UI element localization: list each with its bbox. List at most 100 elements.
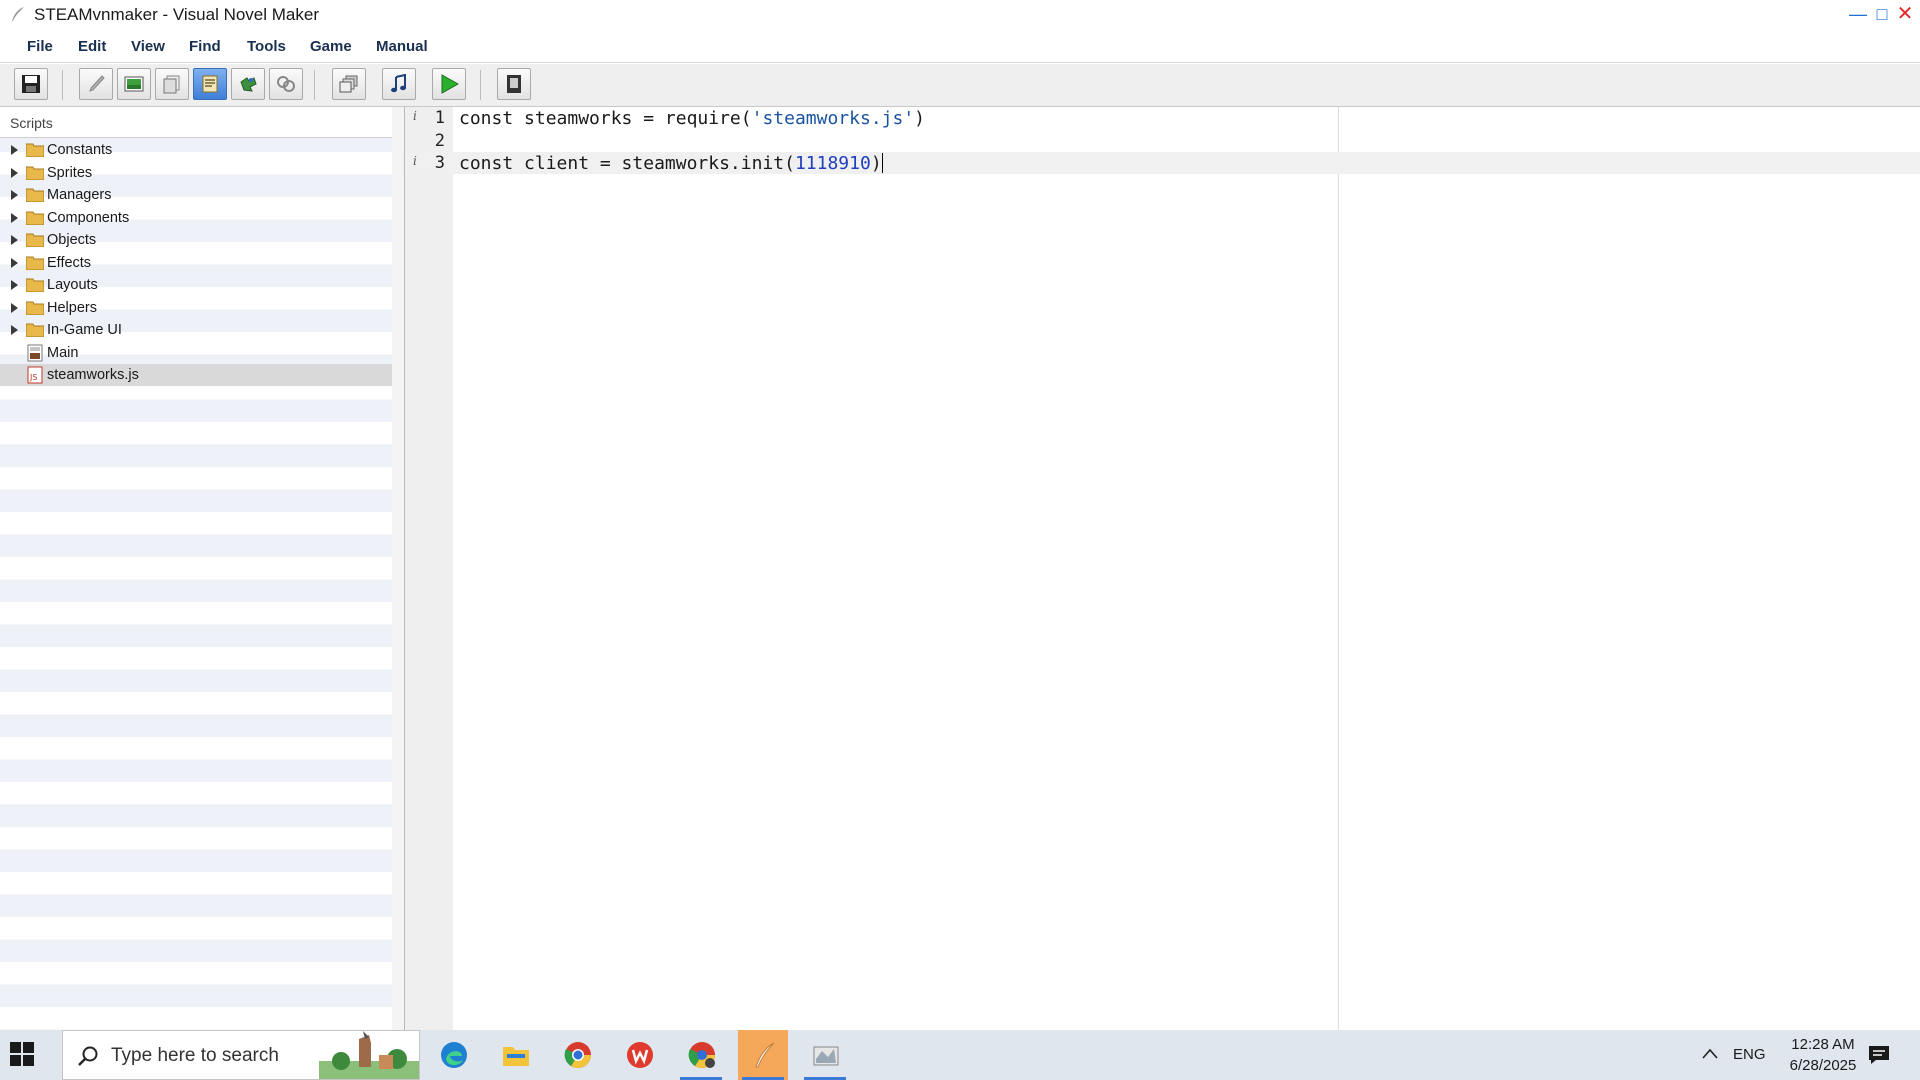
manual-button[interactable] [497, 68, 531, 100]
scenes-button[interactable] [79, 68, 113, 100]
plugins-button[interactable] [231, 68, 265, 100]
menu-manual[interactable]: Manual [376, 38, 428, 55]
code-editor[interactable]: i 1 const steamworks = require('steamwor… [405, 107, 1920, 1030]
folder-icon [26, 256, 44, 270]
backgrounds-button[interactable] [117, 68, 151, 100]
expand-arrow-icon[interactable] [11, 280, 18, 290]
script-icon [202, 75, 218, 93]
folder-icon [26, 301, 44, 315]
chevron-up-icon[interactable] [1702, 1048, 1718, 1060]
expand-arrow-icon[interactable] [11, 257, 18, 268]
layers-button[interactable] [332, 68, 366, 100]
taskbar-chrome-profile[interactable] [676, 1030, 726, 1080]
edge-icon [441, 1042, 467, 1068]
line-number: 1 [434, 108, 445, 128]
tree-label: Helpers [47, 299, 97, 316]
layers-icon [339, 75, 358, 93]
code-plain: ) [914, 108, 926, 129]
code-line-1[interactable]: i 1 const steamworks = require('steamwor… [405, 107, 1920, 129]
taskbar-search[interactable]: Type here to search [62, 1030, 420, 1080]
expand-arrow-icon[interactable] [11, 235, 18, 245]
tree-folder-sprites[interactable]: Sprites [0, 162, 392, 184]
panel-header: Scripts [0, 107, 392, 138]
tree-folder-helpers[interactable]: Helpers [0, 297, 392, 319]
links-button[interactable] [269, 68, 303, 100]
vnmaker-icon [755, 1042, 775, 1068]
menu-bar: File Edit View Find Tools Game Manual [0, 32, 1920, 63]
folder-icon [26, 323, 44, 337]
tree-folder-managers[interactable]: Managers [0, 184, 392, 206]
taskbar-edge[interactable] [428, 1030, 478, 1080]
quill-icon [12, 7, 24, 21]
code-line-3[interactable]: i 3 const client = steamworks.init(11189… [405, 152, 1920, 174]
tree-file-steamworks-js[interactable]: JS steamworks.js [0, 364, 392, 386]
folder-icon [26, 211, 44, 225]
print-margin [1338, 107, 1339, 1030]
tree-folder-effects[interactable]: Effects [0, 252, 392, 274]
clock-time: 12:28 AM [1791, 1036, 1855, 1053]
play-button[interactable] [432, 68, 466, 100]
toolbar-separator [62, 70, 63, 100]
panel-splitter[interactable] [392, 107, 405, 1030]
line-number: 2 [434, 130, 445, 151]
taskbar-chrome[interactable] [552, 1030, 602, 1080]
tree-folder-in-game-ui[interactable]: In-Game UI [0, 319, 392, 341]
expand-arrow-icon[interactable] [11, 190, 18, 200]
music-icon [391, 74, 406, 93]
menu-game[interactable]: Game [310, 38, 352, 55]
tree-folder-objects[interactable]: Objects [0, 229, 392, 251]
maximize-button[interactable]: □ [1870, 2, 1894, 26]
code-number: 1118910 [794, 153, 871, 174]
expand-arrow-icon[interactable] [11, 212, 18, 223]
line-gutter [405, 107, 453, 1030]
search-placeholder: Type here to search [111, 1045, 279, 1066]
pages-button[interactable] [155, 68, 189, 100]
taskbar-wps-office[interactable] [614, 1030, 664, 1080]
tree-file-main[interactable]: Main [0, 342, 392, 364]
scripts-panel: Scripts Constants Sprites Managers Compo… [0, 107, 393, 1030]
code-string: 'steamworks.js' [751, 108, 915, 129]
minimize-button[interactable]: — [1846, 2, 1870, 26]
taskbar-visual-novel-maker[interactable] [738, 1030, 788, 1080]
system-clock[interactable]: 12:28 AM 6/28/2025 [1768, 1034, 1878, 1076]
line-number: 3 [434, 153, 445, 173]
taskbar-file-explorer[interactable] [490, 1030, 540, 1080]
code-line-2[interactable]: 2 [405, 130, 1920, 152]
tree-folder-components[interactable]: Components [0, 207, 392, 229]
menu-file[interactable]: File [27, 38, 53, 55]
toolbar-separator [314, 70, 315, 100]
tree-folder-constants[interactable]: Constants [0, 139, 392, 161]
expand-arrow-icon[interactable] [11, 145, 18, 155]
taskbar-game-window[interactable] [800, 1030, 850, 1080]
expand-arrow-icon[interactable] [11, 167, 18, 178]
tree-label: Managers [47, 187, 112, 203]
folder-icon [26, 143, 44, 157]
tree-label: steamworks.js [47, 367, 139, 383]
windows-start-icon[interactable] [10, 1042, 34, 1066]
code-keyword: const [459, 108, 514, 129]
play-icon [441, 74, 459, 94]
close-button[interactable]: ✕ [1893, 2, 1917, 26]
menu-edit[interactable]: Edit [78, 38, 106, 55]
puzzle-icon [240, 77, 257, 92]
scripts-button[interactable] [193, 68, 227, 100]
info-marker-icon: i [413, 154, 417, 168]
code-text: const steamworks = require('steamworks.j… [459, 108, 925, 129]
folder-icon [26, 166, 44, 180]
svg-text:JS: JS [29, 373, 37, 382]
menu-find[interactable]: Find [189, 38, 221, 55]
tree-label: Objects [47, 232, 97, 248]
language-indicator[interactable]: ENG [1733, 1046, 1766, 1063]
expand-arrow-icon[interactable] [11, 325, 18, 335]
tree-folder-layouts[interactable]: Layouts [0, 274, 392, 296]
folder-icon [26, 278, 44, 292]
menu-tools[interactable]: Tools [247, 38, 286, 55]
save-button[interactable] [14, 68, 48, 100]
text-cursor [881, 153, 883, 173]
tree-label: Layouts [47, 277, 98, 293]
audio-button[interactable] [382, 68, 416, 100]
expand-arrow-icon[interactable] [11, 302, 18, 313]
tree-label: Effects [47, 254, 92, 271]
notification-icon[interactable] [1868, 1045, 1890, 1065]
menu-view[interactable]: View [131, 38, 165, 55]
